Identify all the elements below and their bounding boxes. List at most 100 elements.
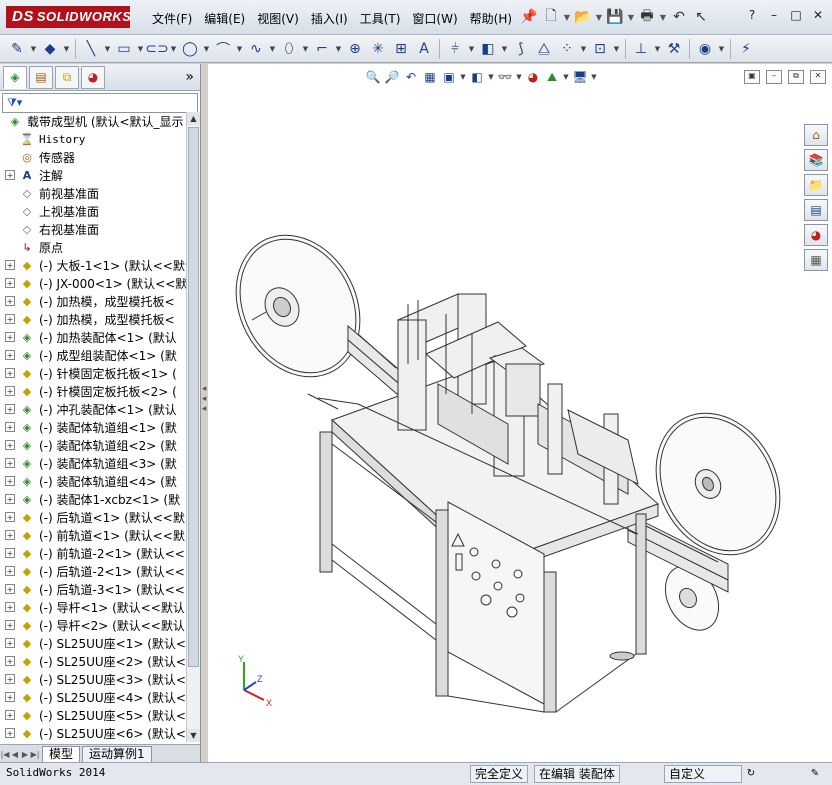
prev-tab-icon[interactable]: ◀ — [10, 750, 20, 759]
point-icon[interactable]: ⊕ — [344, 38, 366, 60]
tree-item[interactable]: + ◆ (-) 针模固定板托板<2> ( — [0, 382, 186, 400]
expand-icon[interactable]: + — [5, 548, 15, 558]
tree-item[interactable]: + ◆ (-) 后轨道<1> (默认<<默 — [0, 508, 186, 526]
expand-icon[interactable]: + — [5, 584, 15, 594]
expand-icon[interactable]: + — [5, 458, 15, 468]
tree-filter[interactable]: ⧩▾ — [2, 93, 198, 113]
close-icon[interactable]: ✕ — [808, 6, 828, 24]
dropdown-icon[interactable]: ▼ — [301, 38, 310, 60]
scroll-down-icon[interactable]: ▼ — [187, 729, 200, 742]
tree-item[interactable]: + ◈ (-) 装配体轨道组<4> (默 — [0, 472, 186, 490]
menu-item-0[interactable]: 文件(F) — [146, 8, 198, 29]
print-dropdown-icon[interactable]: ▼ — [658, 7, 668, 27]
dropdown-icon[interactable]: ▼ — [612, 38, 621, 60]
feature-manager-tab[interactable]: ◈ — [3, 65, 27, 89]
line-icon[interactable]: ╲ — [80, 38, 102, 60]
new-dropdown-icon[interactable]: ▼ — [562, 7, 572, 27]
expand-icon[interactable]: + — [5, 422, 15, 432]
circle-icon[interactable]: ◯ — [179, 38, 201, 60]
instant2d-icon[interactable]: ⚡ — [735, 38, 757, 60]
expand-icon[interactable]: + — [5, 620, 15, 630]
tree-item[interactable]: ⌛ History — [0, 130, 186, 148]
tree-item[interactable]: + ◆ (-) SL25UU座<4> (默认<< — [0, 688, 186, 706]
panel-splitter-handle[interactable]: ◂ ◂ ◂ — [200, 384, 208, 424]
expand-icon[interactable]: + — [5, 404, 15, 414]
trim-icon[interactable]: ⫩ — [444, 38, 466, 60]
dropdown-icon[interactable]: ▼ — [268, 38, 277, 60]
rectangle-icon[interactable]: ▭ — [113, 38, 135, 60]
appearances-scenes-icon[interactable]: ◕ — [804, 224, 828, 246]
grid-icon[interactable]: ⊞ — [390, 38, 412, 60]
tree-item[interactable]: + ◆ (-) SL25UU座<1> (默认<< — [0, 634, 186, 652]
file-explorer-icon[interactable]: 📁 — [804, 174, 828, 196]
convert-icon[interactable]: ◧ — [477, 38, 499, 60]
tree-scrollbar[interactable]: ▲ ▼ — [186, 112, 200, 742]
tree-item[interactable]: + ◆ (-) 针模固定板托板<1> ( — [0, 364, 186, 382]
tree-item[interactable]: + ◆ (-) 加热模，成型模托板< — [0, 292, 186, 310]
repair-sketch-icon[interactable]: ⚒ — [663, 38, 685, 60]
slot-icon[interactable]: ⊂⊃ — [145, 38, 168, 60]
tree-item[interactable]: + ◆ (-) 加热模，成型模托板< — [0, 310, 186, 328]
tree-item[interactable]: + ◆ (-) 后轨道-3<1> (默认<< — [0, 580, 186, 598]
smart-dimension-icon[interactable]: ◆ — [39, 38, 61, 60]
expand-icon[interactable]: + — [5, 494, 15, 504]
dropdown-icon[interactable]: ▼ — [29, 38, 38, 60]
minimize-icon[interactable]: – — [764, 6, 784, 24]
spline-icon[interactable]: ∿ — [245, 38, 267, 60]
expand-icon[interactable]: + — [5, 368, 15, 378]
solidworks-logo[interactable]: DS SOLIDWORKS — [6, 6, 131, 28]
expand-icon[interactable]: + — [5, 728, 15, 738]
expand-icon[interactable]: + — [5, 440, 15, 450]
tree-item[interactable]: + ◆ (-) SL25UU座<5> (默认<< — [0, 706, 186, 724]
dropdown-icon[interactable]: ▼ — [717, 38, 726, 60]
graphics-area[interactable]: 🔍 🔎 ↶ ▦ ▣ ▼ ◧ ▼ 👓 ▼ ◕ ⛰ ▼ 🖥 ▼ ▣ – ⧉ ✕ ⌂ … — [208, 64, 832, 762]
restore-icon[interactable]: □ — [786, 6, 806, 24]
pattern-icon[interactable]: ⁘ — [556, 38, 578, 60]
tree-item[interactable]: + A 注解 — [0, 166, 186, 184]
undo-icon[interactable]: ↶ — [668, 7, 690, 27]
expand-icon[interactable]: + — [5, 260, 15, 270]
expand-icon[interactable]: + — [5, 602, 15, 612]
dropdown-icon[interactable]: ▼ — [500, 38, 509, 60]
display-manager-tab[interactable]: ◕ — [81, 65, 105, 89]
sketch-icon[interactable]: ✎ — [6, 38, 28, 60]
scroll-up-icon[interactable]: ▲ — [187, 112, 200, 125]
tree-root-assembly[interactable]: ◈ 载带成型机 (默认<默认_显示 — [0, 112, 186, 130]
mirror-icon[interactable]: ⧋ — [533, 38, 555, 60]
tree-item[interactable]: + ◆ (-) 前轨道-2<1> (默认<< — [0, 544, 186, 562]
menu-item-3[interactable]: 插入(I) — [305, 8, 354, 29]
dropdown-icon[interactable]: ▼ — [169, 38, 178, 60]
tree-item[interactable]: + ◈ (-) 冲孔装配体<1> (默认 — [0, 400, 186, 418]
expand-icon[interactable]: + — [5, 656, 15, 666]
dropdown-icon[interactable]: ▼ — [653, 38, 662, 60]
open-folder-icon[interactable]: 📂 — [572, 7, 594, 27]
relations-icon[interactable]: ⊥ — [630, 38, 652, 60]
scroll-thumb[interactable] — [188, 127, 199, 667]
menu-item-2[interactable]: 视图(V) — [251, 8, 305, 29]
tree-item[interactable]: ◇ 右视基准面 — [0, 220, 186, 238]
custom-properties-icon[interactable]: ▦ — [804, 249, 828, 271]
tree-item[interactable]: + ◈ (-) 装配体1-xcbz<1> (默 — [0, 490, 186, 508]
dropdown-icon[interactable]: ▼ — [136, 38, 145, 60]
expand-icon[interactable]: + — [5, 296, 15, 306]
tree-item[interactable]: + ◈ (-) 成型组装配体<1> (默 — [0, 346, 186, 364]
view-palette-icon[interactable]: ▤ — [804, 199, 828, 221]
dropdown-icon[interactable]: ▼ — [334, 38, 343, 60]
expand-icon[interactable]: + — [5, 710, 15, 720]
tree-item[interactable]: + ◈ (-) 装配体轨道组<1> (默 — [0, 418, 186, 436]
expand-icon[interactable]: + — [5, 350, 15, 360]
menu-item-1[interactable]: 编辑(E) — [198, 8, 251, 29]
last-tab-icon[interactable]: ▶| — [30, 750, 40, 759]
machine-model[interactable] — [208, 64, 832, 762]
expand-icon[interactable]: + — [5, 386, 15, 396]
expand-icon[interactable]: + — [5, 476, 15, 486]
tree-item[interactable]: + ◈ (-) 加热装配体<1> (默认 — [0, 328, 186, 346]
configuration-manager-tab[interactable]: ⧉ — [55, 65, 79, 89]
more-tabs-icon[interactable]: » — [185, 69, 194, 85]
save-icon[interactable]: 💾 — [604, 7, 626, 27]
new-document-icon[interactable]: 🗋 — [540, 7, 562, 27]
dropdown-icon[interactable]: ▼ — [62, 38, 71, 60]
tree-item[interactable]: + ◈ (-) 装配体轨道组<2> (默 — [0, 436, 186, 454]
text-icon[interactable]: A — [413, 38, 435, 60]
rapid-sketch-icon[interactable]: ◉ — [694, 38, 716, 60]
